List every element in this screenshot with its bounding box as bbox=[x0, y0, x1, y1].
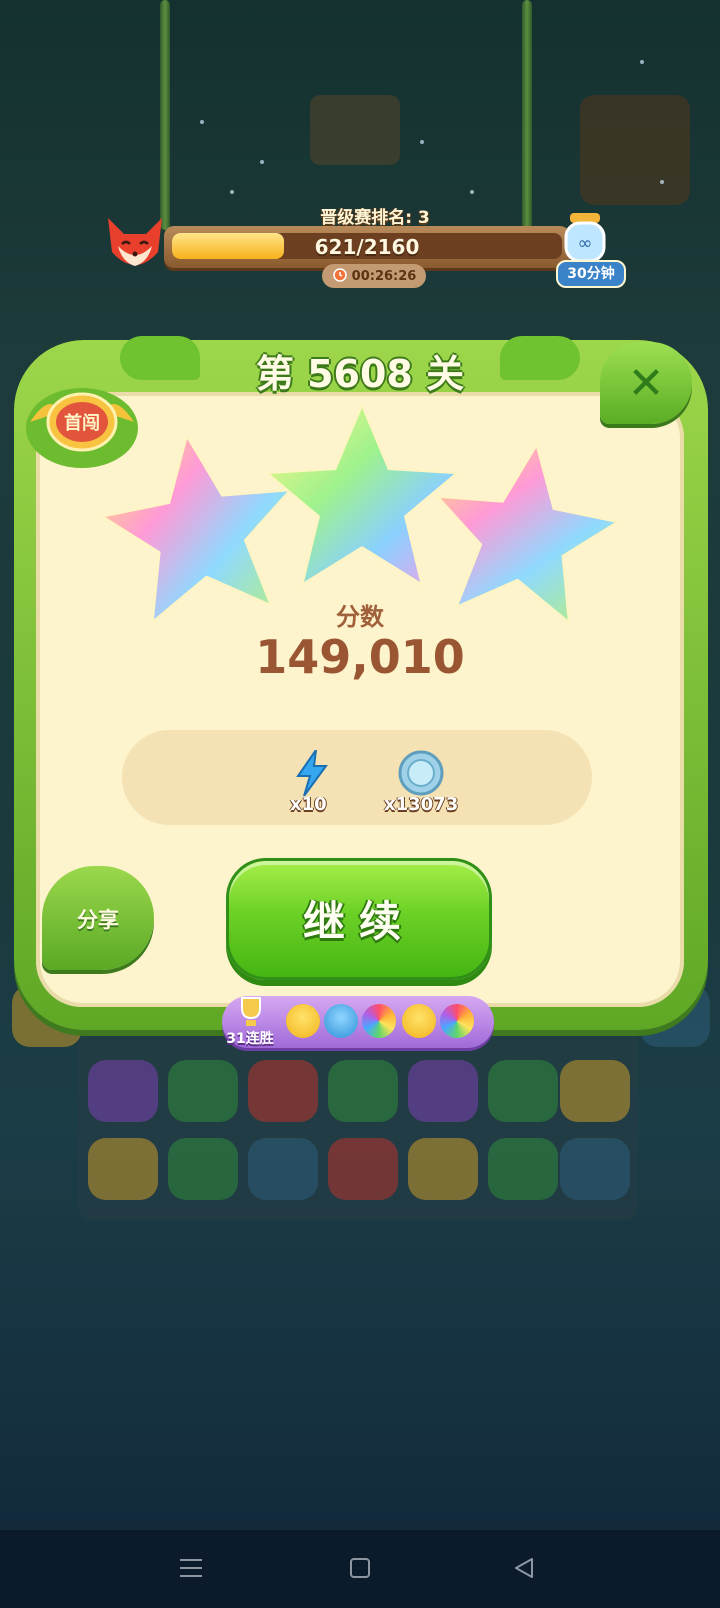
back-icon[interactable] bbox=[512, 1556, 536, 1584]
bottle-time-label: 30分钟 bbox=[556, 260, 626, 288]
reward-count: x10 bbox=[290, 794, 327, 815]
reward-coin: x13073 bbox=[384, 750, 468, 820]
progress-text: 621/2160 bbox=[314, 235, 420, 259]
timer: 00:26:26 bbox=[322, 264, 426, 288]
leaf-decoration bbox=[500, 336, 580, 380]
rainbow-owl-icon bbox=[440, 1004, 474, 1038]
reward-lightning: x10 bbox=[288, 749, 340, 820]
coin-icon bbox=[396, 750, 446, 800]
rewards-box bbox=[122, 730, 592, 825]
lightning-icon bbox=[294, 749, 330, 800]
reward-count: x13073 bbox=[384, 794, 459, 815]
share-label: 分享 bbox=[77, 908, 119, 932]
close-icon: ✕ bbox=[627, 357, 665, 409]
rank-label: 晋级赛排名: 3 bbox=[320, 208, 430, 228]
svg-text:∞: ∞ bbox=[578, 233, 593, 254]
rainbow-owl-icon bbox=[362, 1004, 396, 1038]
menu-icon[interactable] bbox=[178, 1556, 204, 1584]
trophy-icon bbox=[234, 996, 268, 1028]
score-label: 分数 bbox=[336, 603, 384, 631]
blue-owl-icon bbox=[324, 1004, 358, 1038]
home-icon[interactable] bbox=[348, 1556, 372, 1584]
chick-icon bbox=[286, 1004, 320, 1038]
star-3-icon bbox=[435, 442, 621, 625]
continue-label: 继续 bbox=[302, 897, 415, 946]
system-nav-bar bbox=[0, 1530, 720, 1608]
score-value: 149,010 bbox=[255, 630, 465, 684]
fox-avatar-icon bbox=[100, 212, 170, 278]
level-title: 第 5608 关 bbox=[255, 352, 465, 396]
alarm-clock-icon bbox=[332, 266, 348, 286]
timer-text: 00:26:26 bbox=[351, 268, 417, 284]
progress-bar: 621/2160 bbox=[164, 226, 570, 268]
streak-label: 31连胜 bbox=[226, 1031, 274, 1047]
chick-icon bbox=[402, 1004, 436, 1038]
star-1-icon bbox=[100, 433, 293, 625]
star-2-icon bbox=[264, 402, 460, 587]
